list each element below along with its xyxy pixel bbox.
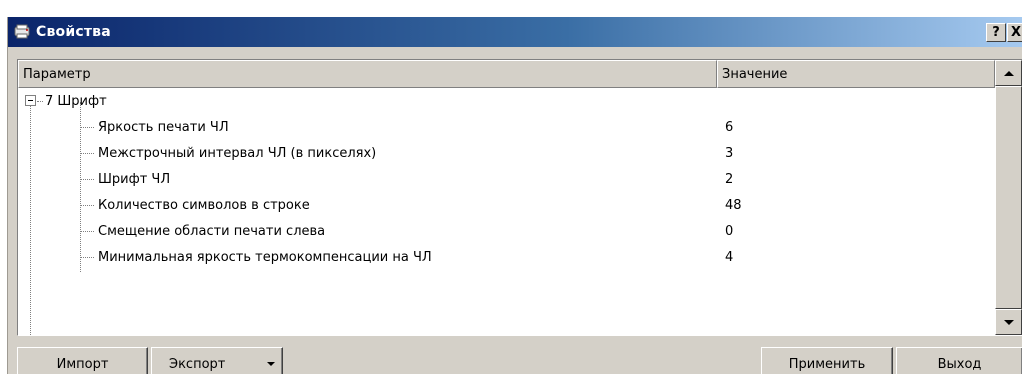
row-name: Минимальная яркость термокомпенсации на … <box>98 249 432 265</box>
arrow-up-icon <box>1003 70 1014 76</box>
table-row[interactable]: Минимальная яркость термокомпенсации на … <box>18 244 995 270</box>
apply-button[interactable]: Применить <box>761 347 893 374</box>
arrow-down-icon <box>1003 319 1014 325</box>
scroll-thumb[interactable] <box>995 86 1022 309</box>
group-label: 7 Шрифт <box>45 93 107 109</box>
row-value[interactable]: 3 <box>725 140 733 166</box>
export-button[interactable]: Экспорт <box>151 347 283 374</box>
app-icon <box>14 24 32 40</box>
column-header-value[interactable]: Значение <box>717 60 995 88</box>
grid-rows: 7 Шрифт Яркость печати ЧЛ 6 Межстрочный … <box>18 88 995 270</box>
collapse-icon[interactable] <box>25 95 36 106</box>
scroll-up-button[interactable] <box>995 60 1022 86</box>
row-name: Смещение области печати слева <box>98 223 326 239</box>
window-title: Свойства <box>36 24 111 40</box>
title-bar[interactable]: Свойства ? X <box>8 17 1022 47</box>
tree-connector <box>81 179 94 180</box>
import-button[interactable]: Импорт <box>17 347 148 374</box>
column-header-parameter[interactable]: Параметр <box>18 60 717 88</box>
row-value[interactable]: 0 <box>725 218 733 244</box>
table-row[interactable]: Межстрочный интервал ЧЛ (в пикселях) 3 <box>18 140 995 166</box>
tree-connector <box>37 101 43 102</box>
scroll-down-button[interactable] <box>995 309 1022 335</box>
exit-button[interactable]: Выход <box>896 347 1022 374</box>
row-name: Шрифт ЧЛ <box>98 171 171 187</box>
row-value[interactable]: 4 <box>725 244 733 270</box>
table-row[interactable]: Количество символов в строке 48 <box>18 192 995 218</box>
tree-connector <box>81 231 94 232</box>
export-button-label: Экспорт <box>169 357 226 372</box>
row-value[interactable]: 2 <box>725 166 733 192</box>
row-value[interactable]: 48 <box>725 192 742 218</box>
row-name: Межстрочный интервал ЧЛ (в пикселях) <box>98 145 377 161</box>
tree-connector <box>81 127 94 128</box>
tree-connector <box>81 257 94 258</box>
close-button[interactable]: X <box>1007 23 1022 42</box>
row-name: Яркость печати ЧЛ <box>98 119 229 135</box>
dropdown-caret-icon <box>267 362 275 366</box>
row-value[interactable]: 6 <box>725 114 733 140</box>
vertical-scrollbar[interactable] <box>995 60 1022 335</box>
tree-connector <box>81 153 94 154</box>
table-row[interactable]: Шрифт ЧЛ 2 <box>18 166 995 192</box>
grid-header: Параметр Значение <box>18 60 995 88</box>
group-row[interactable]: 7 Шрифт <box>18 88 995 114</box>
properties-grid[interactable]: Параметр Значение 7 Шрифт Яркость печати… <box>17 59 1022 336</box>
table-row[interactable]: Яркость печати ЧЛ 6 <box>18 114 995 140</box>
tree-connector <box>81 205 94 206</box>
table-row[interactable]: Смещение области печати слева 0 <box>18 218 995 244</box>
row-name: Количество символов в строке <box>98 197 310 213</box>
help-button[interactable]: ? <box>986 23 1006 42</box>
properties-window: Свойства ? X Параметр Значение 7 Шрифт Я… <box>7 17 1022 374</box>
